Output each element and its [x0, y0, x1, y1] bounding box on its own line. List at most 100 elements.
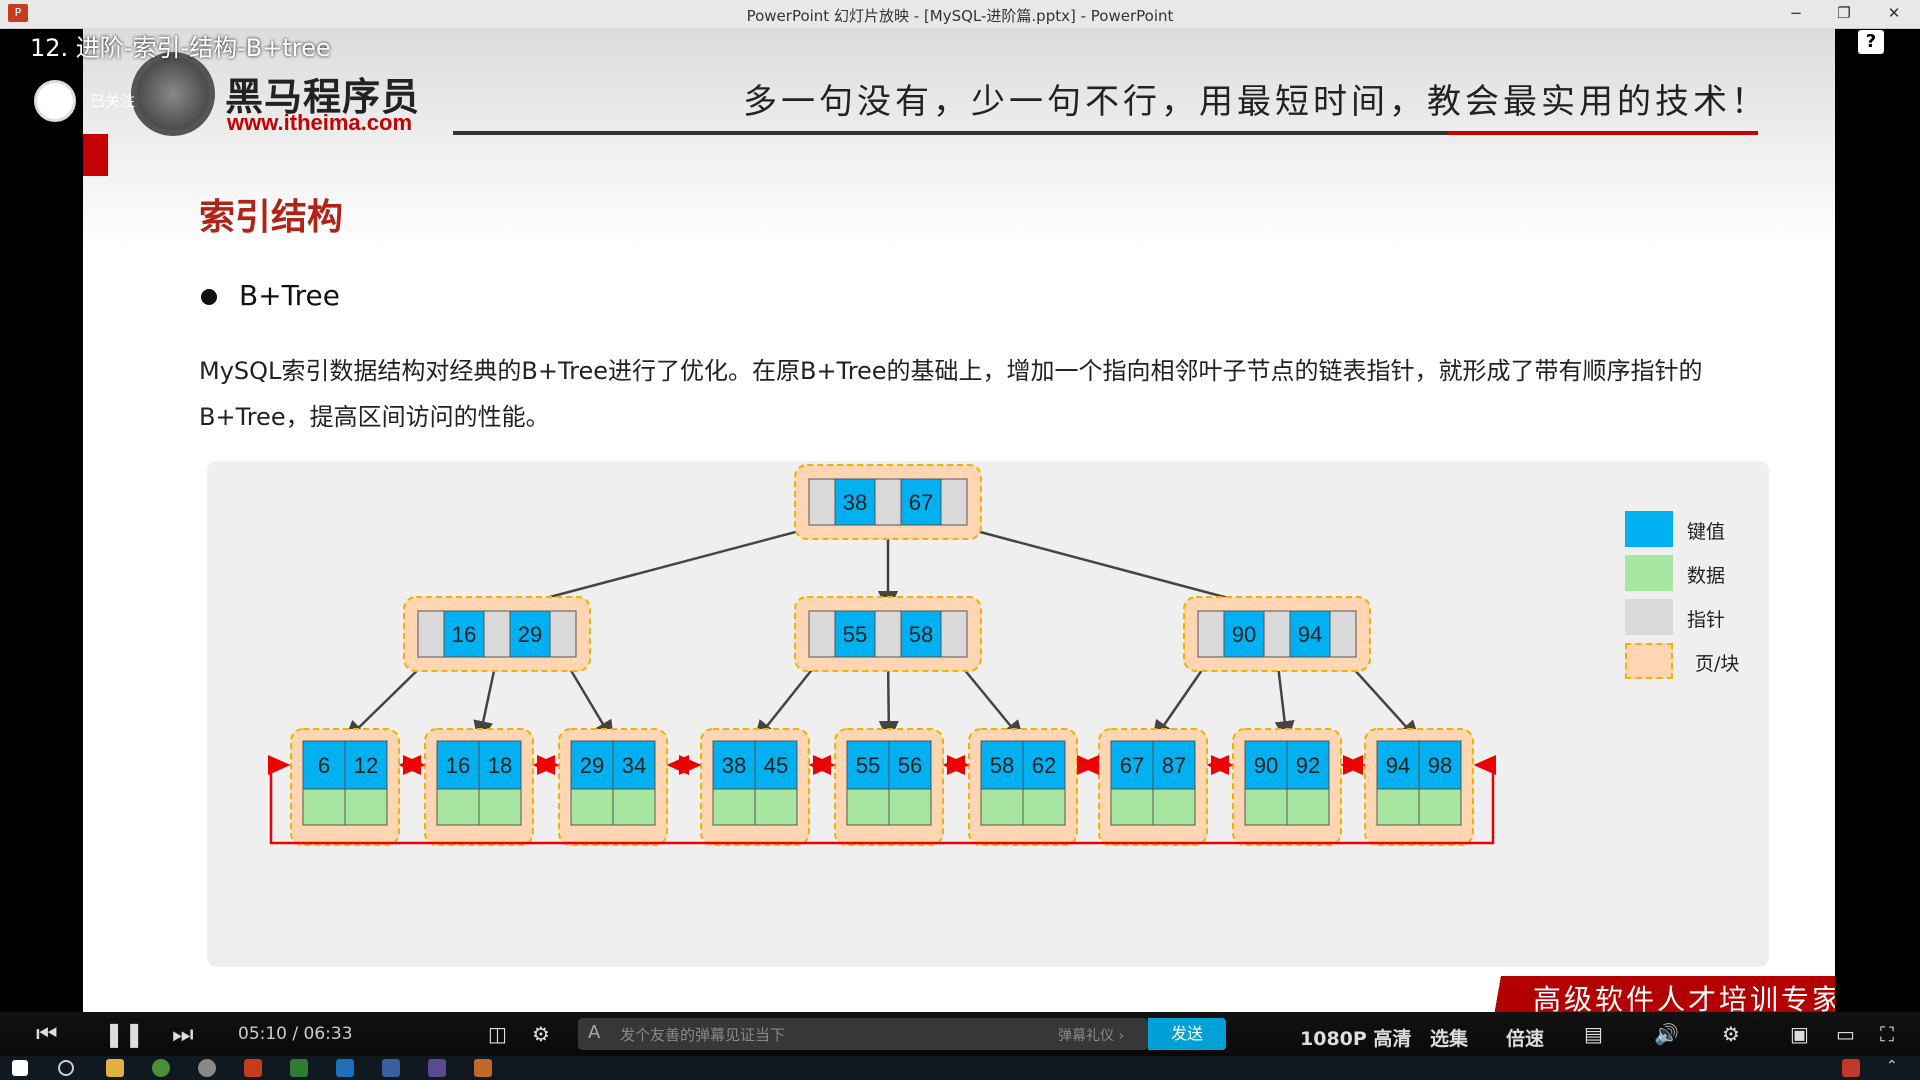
internal-node-pointer-cell	[417, 610, 445, 658]
leaf-node-data-cell	[1244, 788, 1288, 826]
leaf-node-data-cell	[570, 788, 614, 826]
font-style-icon[interactable]: A	[588, 1022, 600, 1043]
leaf-node-data-cell	[302, 788, 346, 826]
internal-node-pointer-cell	[483, 610, 511, 658]
bplustree-svg: 38 67 16 29 55 58 90 94 6 12 16 18 29 34 38 45 55 56 58 62 6…	[268, 464, 1496, 846]
next-icon[interactable]: ⏭	[172, 1020, 194, 1048]
app-icon-6[interactable]	[336, 1059, 354, 1077]
search-icon[interactable]	[58, 1060, 74, 1076]
tray-app-icon[interactable]	[1842, 1059, 1860, 1077]
leaf-node-data-cell	[754, 788, 798, 826]
danmu-settings-icon[interactable]: ⚙	[532, 1020, 550, 1048]
bottom-banner-text: 高级软件人才培训专家	[1533, 983, 1835, 1012]
taskbar: ⌃	[0, 1056, 1920, 1080]
header-divider-red	[1448, 131, 1758, 135]
legend-label-page: 页/块	[1695, 653, 1740, 675]
player-controls: ⏮ ❚❚ ⏭ 05:10 / 06:33 ◫ ⚙ A 弹幕礼仪 › 发送 108…	[0, 1012, 1920, 1056]
start-icon[interactable]	[12, 1060, 28, 1076]
red-accent-block	[83, 134, 108, 176]
danmu-input[interactable]	[618, 1022, 1002, 1048]
root-node-pointer-cell	[940, 478, 968, 526]
uploader-avatar[interactable]	[34, 80, 76, 122]
legend-label-data: 数据	[1687, 565, 1726, 587]
time-current: 05:10	[238, 1024, 287, 1044]
internal-node-pointer-cell	[1263, 610, 1291, 658]
tray-chevron-up-icon[interactable]: ⌃	[1886, 1058, 1904, 1076]
pause-icon[interactable]: ❚❚	[104, 1020, 144, 1048]
powerpoint-taskbar-icon[interactable]	[244, 1059, 262, 1077]
section-title: 索引结构	[199, 197, 344, 238]
fullscreen-icon[interactable]: ⛶	[1880, 1020, 1894, 1048]
legend-label-pointer: 指针	[1687, 609, 1726, 631]
speed-button[interactable]: 倍速	[1506, 1024, 1544, 1051]
help-icon[interactable]: ?	[1858, 30, 1884, 54]
settings-icon[interactable]: ⚙	[1722, 1020, 1740, 1048]
previous-icon[interactable]: ⏮	[36, 1020, 58, 1048]
internal-node-key-text: 58	[909, 622, 933, 647]
app-icon-9[interactable]	[474, 1059, 492, 1077]
legend-item-key: 键值	[1625, 511, 1785, 551]
leaf-node-data-cell	[436, 788, 480, 826]
leaf-node-key-text: 87	[1162, 753, 1186, 778]
leaf-node-key-text: 67	[1120, 753, 1144, 778]
maximize-button[interactable]: ❐	[1826, 2, 1862, 24]
subtitle-icon[interactable]: ▤	[1584, 1020, 1603, 1048]
legend-swatch-pointer	[1625, 599, 1673, 635]
danmu-etiquette-link[interactable]: 弹幕礼仪 ›	[1058, 1025, 1124, 1045]
minimize-button[interactable]: −	[1778, 2, 1814, 24]
volume-icon[interactable]: 🔊	[1654, 1020, 1679, 1048]
close-button[interactable]: ✕	[1876, 2, 1912, 24]
internal-node-pointer-cell	[1197, 610, 1225, 658]
root-node-key-text: 38	[843, 490, 867, 515]
leaf-node-key-text: 92	[1296, 753, 1320, 778]
pip-icon[interactable]: ▣	[1790, 1020, 1809, 1048]
internal-node-key-text: 55	[843, 622, 867, 647]
leaf-node-data-cell	[478, 788, 522, 826]
follow-status[interactable]: 已关注	[90, 90, 135, 111]
legend-item-data: 数据	[1625, 555, 1785, 595]
slide-canvas: 黑马程序员 www.itheima.com 多一句没有，少一句不行，用最短时间，…	[83, 28, 1835, 1012]
app-icon-8[interactable]	[428, 1059, 446, 1077]
leaf-node-key-text: 45	[764, 753, 788, 778]
legend-swatch-data	[1625, 555, 1673, 591]
leaf-node-data-cell	[980, 788, 1024, 826]
leaf-node-key-text: 12	[354, 753, 378, 778]
send-button[interactable]: 发送	[1148, 1018, 1226, 1050]
quality-button[interactable]: 1080P 高清	[1300, 1024, 1411, 1051]
leaf-node-key-text: 34	[622, 753, 646, 778]
leaf-node-data-cell	[1152, 788, 1196, 826]
horse-logo-icon	[131, 52, 215, 136]
logo-url: www.itheima.com	[227, 110, 413, 135]
file-explorer-icon[interactable]	[106, 1059, 124, 1077]
legend-item-pointer: 指针	[1625, 599, 1785, 639]
app-icon-5[interactable]	[290, 1059, 308, 1077]
episodes-button[interactable]: 选集	[1430, 1024, 1468, 1051]
app-icon-7[interactable]	[382, 1059, 400, 1077]
header-divider	[453, 131, 1478, 135]
time-separator: /	[292, 1024, 299, 1044]
leaf-node-data-cell	[1418, 788, 1462, 826]
leaf-node-data-cell	[1286, 788, 1330, 826]
internal-node-key-text: 90	[1232, 622, 1256, 647]
internal-node-key-text: 29	[518, 622, 542, 647]
danmu-bar: A 弹幕礼仪 ›	[578, 1018, 1148, 1050]
internal-node-key-text: 94	[1298, 622, 1322, 647]
leaf-node-key-text: 29	[580, 753, 604, 778]
leaf-node-data-cell	[1110, 788, 1154, 826]
bullet-dot-icon	[201, 289, 217, 305]
chrome-icon[interactable]	[152, 1059, 170, 1077]
description-paragraph: MySQL索引数据结构对经典的B+Tree进行了优化。在原B+Tree的基础上，…	[199, 357, 1703, 431]
window-title: PowerPoint 幻灯片放映 - [MySQL-进阶篇.pptx] - Po…	[746, 7, 1174, 25]
bplustree-diagram: 38 67 16 29 55 58 90 94 6 12 16 18 29 34 38 45 55 56 58 62 6…	[207, 461, 1769, 967]
internal-node-pointer-cell	[549, 610, 577, 658]
internal-node-key-text: 16	[452, 622, 476, 647]
leaf-node-data-cell	[1376, 788, 1420, 826]
widescreen-icon[interactable]: ▭	[1836, 1020, 1855, 1048]
time-total: 06:33	[303, 1024, 353, 1044]
leaf-node-data-cell	[344, 788, 388, 826]
window-titlebar: P PowerPoint 幻灯片放映 - [MySQL-进阶篇.pptx] - …	[0, 0, 1920, 29]
leaf-node-data-cell	[1022, 788, 1066, 826]
danmu-toggle-icon[interactable]: ◫	[488, 1020, 507, 1048]
app-icon-3[interactable]	[198, 1059, 216, 1077]
leaf-node-key-text: 58	[990, 753, 1014, 778]
